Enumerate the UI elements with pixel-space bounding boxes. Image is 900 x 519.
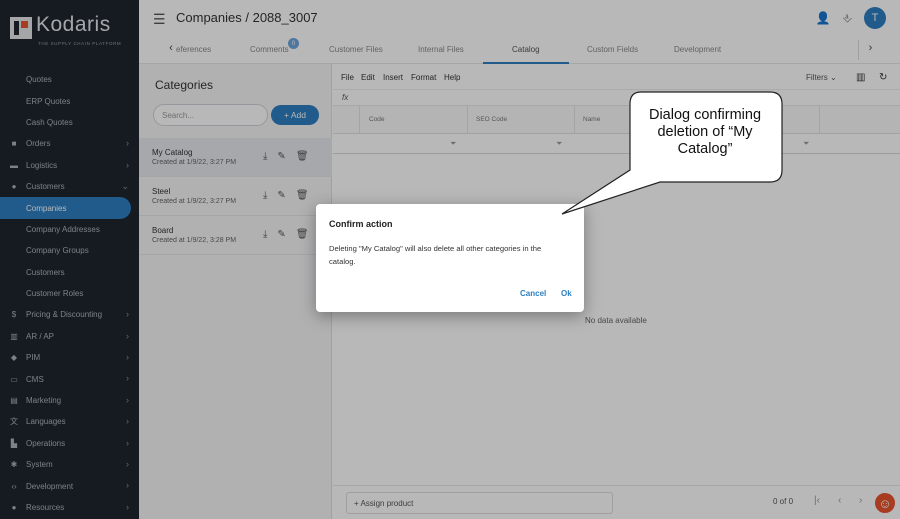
callout-line: Catalog” xyxy=(677,141,733,157)
callout-bubble xyxy=(561,91,783,215)
callout-line: deletion of “My xyxy=(657,124,753,140)
callout-text: Dialog confirming deletion of “My Catalo… xyxy=(627,107,783,158)
callout-line: Dialog confirming xyxy=(648,107,762,123)
